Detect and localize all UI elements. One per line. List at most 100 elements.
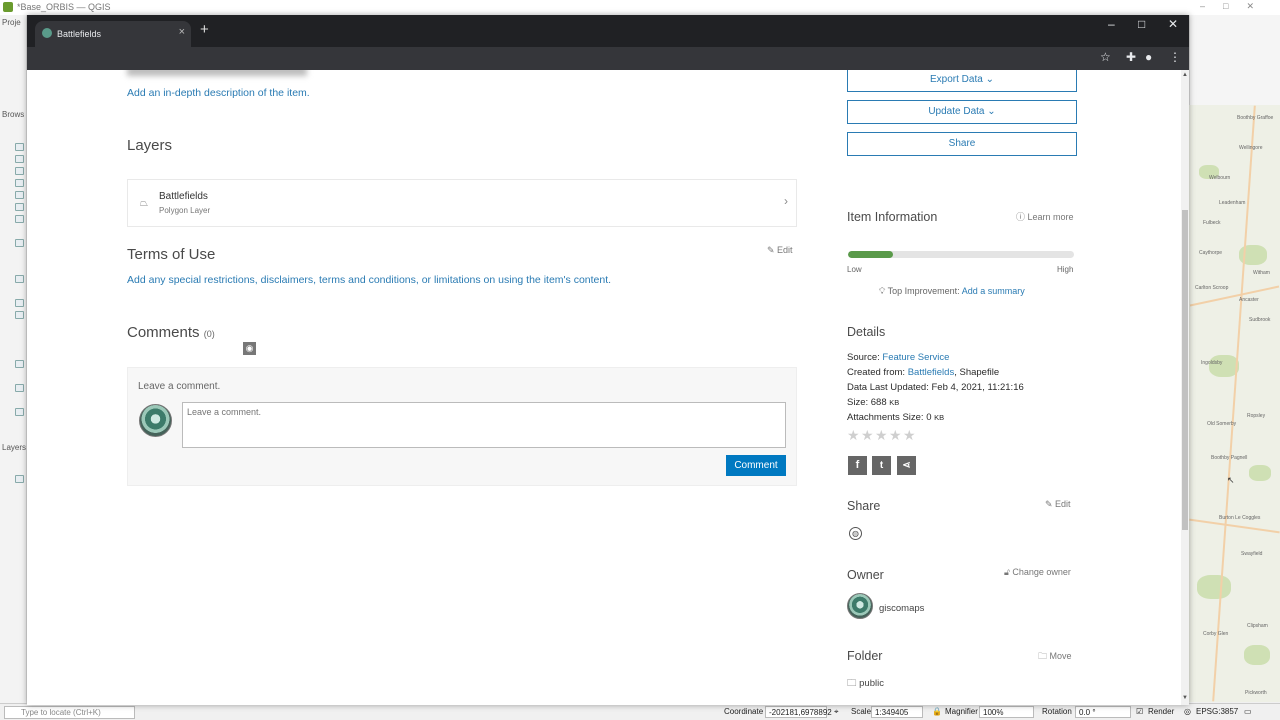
- folder-heading: Folder: [847, 649, 883, 663]
- browser-tree-icon[interactable]: [15, 275, 24, 283]
- item-details-page: Add an in-depth description of the item.…: [27, 70, 1181, 705]
- layer-card[interactable]: ⏢ Battlefields Polygon Layer ›: [127, 179, 797, 227]
- meter-high-label: High: [1057, 265, 1074, 274]
- map-place-label: Witham: [1253, 270, 1270, 276]
- render-checkbox-icon[interactable]: ☑: [1136, 707, 1143, 716]
- browser-tree-icon[interactable]: [15, 167, 24, 175]
- created-rest: , Shapefile: [954, 367, 1000, 378]
- scrollbar-thumb[interactable]: [1182, 210, 1188, 530]
- comments-heading: Comments (0): [127, 324, 215, 341]
- share-link-icon[interactable]: ⋖: [897, 456, 916, 475]
- learn-more-link[interactable]: ⓘ Learn more: [1016, 210, 1074, 223]
- minimize-button[interactable]: –: [1108, 17, 1115, 31]
- browser-tree-icon[interactable]: [15, 360, 24, 368]
- update-data-button[interactable]: Update Data ⌄: [847, 100, 1077, 124]
- browser-tree-icon[interactable]: [15, 311, 24, 319]
- extensions-icon[interactable]: ✚: [1126, 50, 1136, 64]
- attach-value: 0: [926, 412, 932, 423]
- layer-checkbox-icon[interactable]: [15, 475, 24, 483]
- render-label: Render: [1148, 707, 1175, 716]
- lock-icon[interactable]: 🔒: [932, 707, 942, 716]
- description-heading-cut: [127, 70, 307, 76]
- map-place-label: Boothby Graffoe: [1237, 115, 1274, 121]
- owner-name-link[interactable]: giscomaps: [879, 603, 924, 614]
- scroll-up-icon[interactable]: ▲: [1181, 72, 1189, 78]
- rating-star-icon[interactable]: ★: [889, 427, 902, 444]
- map-place-label: Welbourn: [1209, 175, 1231, 181]
- owner-avatar[interactable]: [847, 593, 873, 619]
- layer-type: Polygon Layer: [159, 206, 211, 215]
- created-from-link[interactable]: Battlefields: [908, 367, 954, 378]
- details-heading: Details: [847, 325, 886, 339]
- browser-tree-icon[interactable]: [15, 384, 24, 392]
- browser-tree-icon[interactable]: [15, 299, 24, 307]
- rating-star-icon[interactable]: ★: [903, 427, 916, 444]
- move-button[interactable]: 🗀︎ Move: [1038, 649, 1072, 665]
- crs-label[interactable]: EPSG:3857: [1196, 707, 1238, 716]
- scale-field[interactable]: 1:349405: [871, 706, 923, 718]
- qgis-project-menu[interactable]: Proje: [2, 18, 21, 27]
- page-scrollbar[interactable]: ▲ ▼: [1181, 70, 1189, 705]
- source-value-link[interactable]: Feature Service: [882, 352, 949, 363]
- terms-edit-button[interactable]: ✎ Edit: [767, 245, 793, 256]
- item-information-meter: [848, 251, 1074, 258]
- share-edit-label: Edit: [1055, 499, 1071, 509]
- browser-tree-icon[interactable]: [15, 239, 24, 247]
- updated-value: Feb 4, 2021, 11:21:16: [931, 382, 1024, 393]
- rating-star-icon[interactable]: ★: [875, 427, 888, 444]
- add-summary-link[interactable]: Add a summary: [962, 286, 1025, 296]
- details-created-from: Created from: Battlefields, Shapefile: [847, 367, 999, 378]
- details-last-updated: Data Last Updated: Feb 4, 2021, 11:21:16: [847, 382, 1024, 393]
- share-button[interactable]: Share: [847, 132, 1077, 156]
- facebook-icon[interactable]: f: [848, 456, 867, 475]
- browser-tree-icon[interactable]: [15, 203, 24, 211]
- browser-tree-icon[interactable]: [15, 408, 24, 416]
- qgis-window-controls[interactable]: –□✕: [1200, 1, 1272, 12]
- bookmark-star-icon[interactable]: ☆: [1100, 50, 1111, 64]
- browser-menu-icon[interactable]: ⋮: [1169, 50, 1181, 64]
- add-description-link[interactable]: Add an in-depth description of the item.: [127, 87, 310, 99]
- updated-label: Data Last Updated:: [847, 382, 929, 393]
- extents-toggle-icon[interactable]: ⌖: [834, 707, 839, 717]
- map-place-label: Burton Le Coggles: [1219, 515, 1261, 521]
- messages-icon[interactable]: ▭: [1244, 707, 1252, 716]
- details-source: Source: Feature Service: [847, 352, 949, 363]
- browser-tree-icon[interactable]: [15, 191, 24, 199]
- browser-tree-icon[interactable]: [15, 179, 24, 187]
- magnifier-field[interactable]: 100%: [979, 706, 1034, 718]
- browser-tab[interactable]: Battlefields ×: [35, 21, 191, 47]
- maximize-button[interactable]: □: [1138, 17, 1145, 31]
- twitter-icon[interactable]: t: [872, 456, 891, 475]
- layer-name: Battlefields: [159, 191, 208, 202]
- change-owner-button[interactable]: 🔓︎ Change owner: [1004, 567, 1071, 578]
- crs-globe-icon[interactable]: ◎: [1184, 707, 1191, 716]
- tab-close-icon[interactable]: ×: [179, 26, 185, 38]
- rating-star-icon[interactable]: ★: [847, 427, 860, 444]
- browser-tree-icon[interactable]: [15, 155, 24, 163]
- meter-fill: [848, 251, 894, 258]
- comment-button[interactable]: Comment: [726, 455, 786, 476]
- rss-icon[interactable]: ◉: [243, 342, 256, 355]
- browser-tree-icon[interactable]: [15, 215, 24, 223]
- close-window-button[interactable]: ✕: [1168, 17, 1178, 31]
- rating-star-icon[interactable]: ★: [861, 427, 874, 444]
- scroll-down-icon[interactable]: ▼: [1181, 695, 1189, 701]
- map-place-label: Boothby Pagnell: [1211, 455, 1248, 461]
- comment-box: Leave a comment. Comment: [127, 367, 797, 486]
- rotation-field[interactable]: 0.0 °: [1075, 706, 1131, 718]
- locator-search-input[interactable]: Type to locate (Ctrl+K): [4, 706, 135, 719]
- coordinate-field[interactable]: -202181,6978892: [765, 706, 832, 718]
- comment-input[interactable]: [182, 402, 786, 448]
- browser-tree-icon[interactable]: [15, 143, 24, 151]
- share-edit-button[interactable]: ✎ Edit: [1045, 499, 1071, 510]
- export-data-label: Export Data: [930, 74, 983, 85]
- details-attachments-size: Attachments Size: 0 KB: [847, 412, 944, 423]
- layers-heading: Layers: [127, 137, 173, 154]
- new-tab-button[interactable]: +: [200, 21, 209, 38]
- magnifier-label: Magnifier: [945, 707, 978, 716]
- qgis-map-canvas[interactable]: Boothby Graffoe Wellingore Welbourn Lead…: [1189, 105, 1280, 702]
- chevron-down-icon: ⌄: [987, 106, 996, 117]
- export-data-button[interactable]: Export Data ⌄: [847, 70, 1077, 92]
- add-terms-link[interactable]: Add any special restrictions, disclaimer…: [127, 274, 611, 286]
- profile-icon[interactable]: ●: [1145, 50, 1152, 64]
